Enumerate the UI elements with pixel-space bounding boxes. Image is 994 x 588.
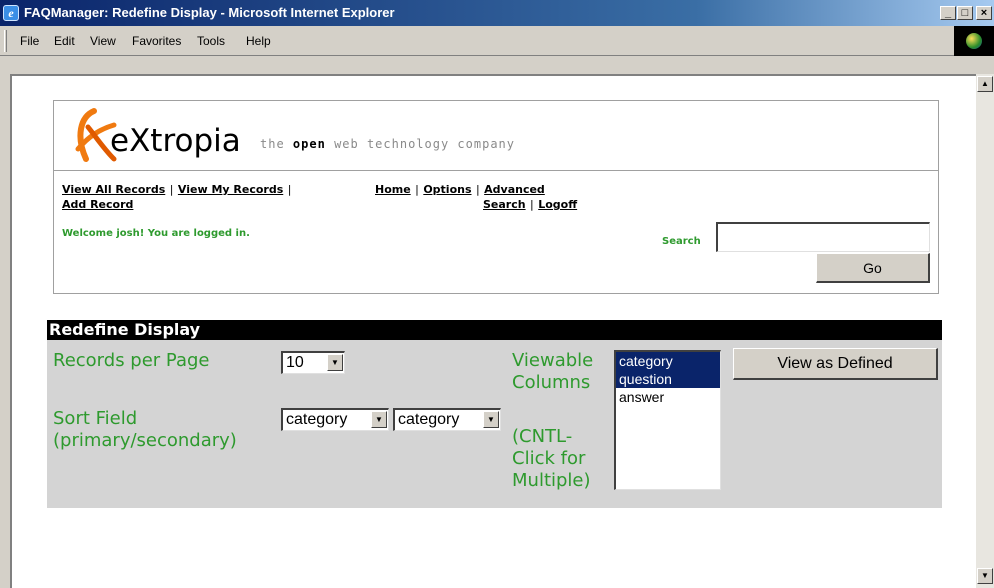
link-advanced-search[interactable]: Search [483,198,526,211]
menu-favorites[interactable]: Favorites [132,34,181,48]
tagline-pre: the [260,137,285,151]
welcome-message: Welcome josh! You are logged in. [62,228,250,239]
nav-right-line2: Search | Logoff [483,195,577,213]
sort-field-sublabel: (primary/secondary) [53,430,237,451]
sort-primary-value: category [286,411,348,428]
site-header: eXtropia the open web technology company… [53,100,939,294]
nav-separator: | [415,183,419,196]
windows-flag-icon [966,33,982,49]
nav-separator: | [169,183,174,196]
go-button[interactable]: Go [816,253,930,283]
link-home[interactable]: Home [375,183,411,196]
column-option-answer[interactable]: answer [616,388,720,406]
nav-separator: | [475,183,480,196]
ie-throbber-logo [954,26,994,56]
maximize-button[interactable]: □ [957,6,973,20]
records-per-page-label: Records per Page [53,350,210,371]
logo-tagline: the open web technology company [260,137,515,151]
menu-bar: File Edit View Favorites Tools Help [0,26,994,56]
menu-file[interactable]: File [20,34,39,48]
viewable-columns-listbox[interactable]: category question answer [614,350,721,490]
browser-content: eXtropia the open web technology company… [10,74,976,588]
nav-separator: | [287,183,292,196]
scroll-up-arrow-icon[interactable]: ▲ [977,76,993,92]
link-options[interactable]: Options [423,183,471,196]
logo-wordmark: eXtropia [110,123,241,159]
menu-edit[interactable]: Edit [54,34,75,48]
scroll-down-arrow-icon[interactable]: ▼ [977,568,993,584]
redefine-display-panel: Records per Page 10 ▼ Sort Field (primar… [47,340,942,508]
logo-row: eXtropia the open web technology company [54,101,938,171]
panel-title: Redefine Display [47,320,942,340]
toolbar-grip [4,30,7,52]
link-view-my-records[interactable]: View My Records [178,183,283,196]
records-per-page-value: 10 [286,354,304,371]
chevron-down-icon[interactable]: ▼ [327,354,343,371]
tagline-open: open [292,137,326,151]
sort-secondary-select[interactable]: category ▼ [393,408,501,431]
cntl-hint-2: Click for [512,448,586,469]
search-input[interactable] [716,222,930,252]
ie-page-icon: e [3,5,19,21]
chevron-down-icon[interactable]: ▼ [371,411,387,428]
cntl-hint-1: (CNTL- [512,426,573,447]
nav-separator: | [530,198,534,211]
viewable-columns-label-2: Columns [512,372,591,393]
link-add-record[interactable]: Add Record [62,198,133,211]
sort-field-label: Sort Field [53,408,138,429]
nav-left-line2: Add Record [62,195,133,213]
link-logoff[interactable]: Logoff [538,198,577,211]
view-as-defined-button[interactable]: View as Defined [733,348,938,380]
records-per-page-select[interactable]: 10 ▼ [281,351,345,374]
close-button[interactable]: × [976,6,992,20]
menu-help[interactable]: Help [246,34,271,48]
column-option-question[interactable]: question [616,370,720,388]
vertical-scrollbar[interactable]: ▲ ▼ [976,74,994,588]
menu-tools[interactable]: Tools [197,34,225,48]
cntl-hint-3: Multiple) [512,470,591,491]
menu-view[interactable]: View [90,34,116,48]
viewable-columns-label: Viewable [512,350,594,371]
minimize-button[interactable]: _ [940,6,956,20]
sort-secondary-value: category [398,411,460,428]
tagline-post: web technology company [334,137,516,151]
column-option-category[interactable]: category [616,352,720,370]
sort-primary-select[interactable]: category ▼ [281,408,389,431]
window-title: FAQManager: Redefine Display - Microsoft… [24,5,395,20]
window-title-bar: e FAQManager: Redefine Display - Microso… [0,0,994,26]
search-label: Search [662,236,701,247]
chevron-down-icon[interactable]: ▼ [483,411,499,428]
